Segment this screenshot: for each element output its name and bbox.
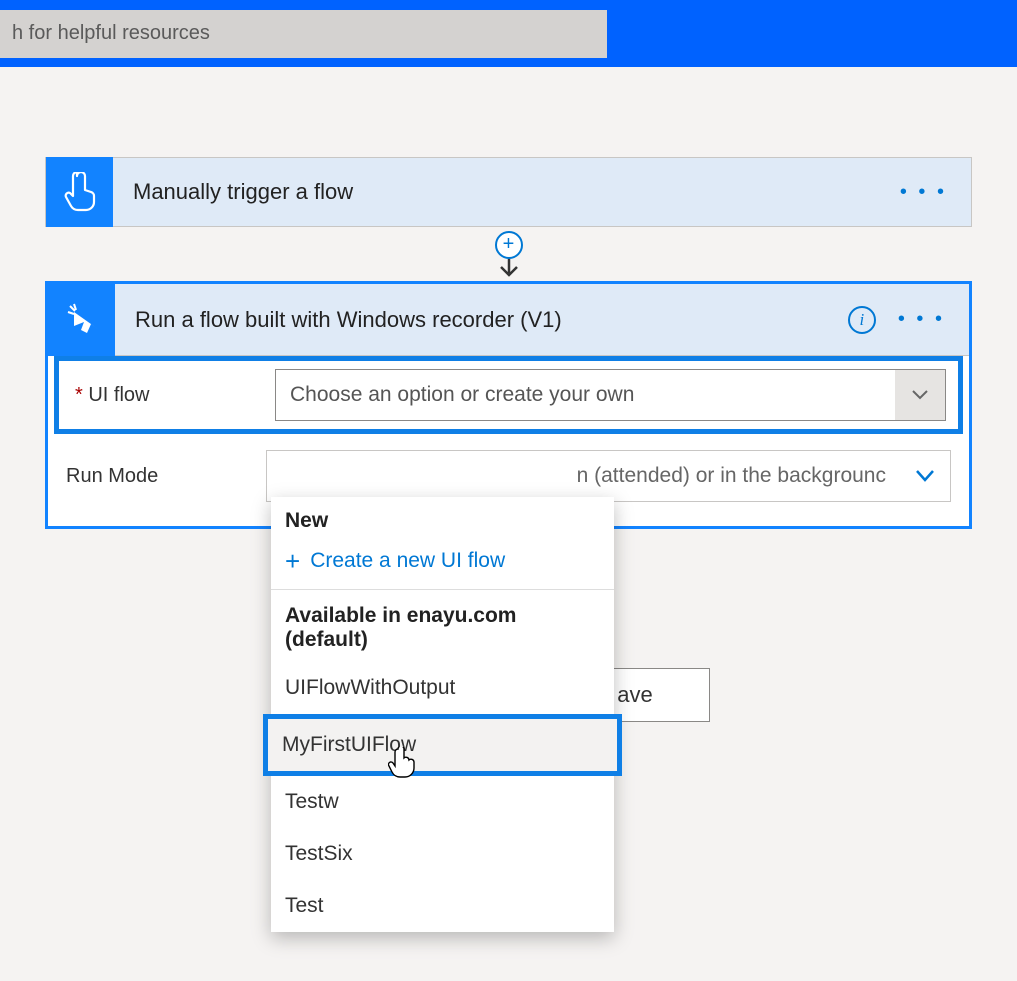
dropdown-item[interactable]: TestSix	[271, 828, 614, 880]
add-step-button[interactable]: +	[495, 231, 523, 259]
uiflow-combobox[interactable]: Choose an option or create your own	[275, 369, 946, 421]
plus-icon: +	[285, 551, 300, 571]
dropdown-section-header: Available in enayu.com (default)	[271, 589, 614, 662]
dropdown-item[interactable]: Testw	[271, 776, 614, 828]
uiflow-label: * UI flow	[75, 384, 275, 407]
action-header[interactable]: Run a flow built with Windows recorder (…	[48, 284, 969, 356]
trigger-title: Manually trigger a flow	[113, 179, 900, 205]
recorder-icon	[48, 284, 115, 356]
trigger-card[interactable]: Manually trigger a flow • • •	[45, 157, 972, 227]
create-new-uiflow[interactable]: + Create a new UI flow	[271, 539, 614, 589]
dropdown-item-selected[interactable]: MyFirstUIFlow	[268, 719, 617, 771]
uiflow-field-row: * UI flow Choose an option or create you…	[67, 369, 954, 421]
dropdown-item[interactable]: UIFlowWithOutput	[271, 662, 614, 714]
search-input[interactable]	[0, 10, 607, 58]
chevron-down-icon[interactable]	[895, 370, 945, 420]
runmode-placeholder: n (attended) or in the backgrounc	[267, 464, 900, 488]
connector: +	[45, 227, 972, 281]
trigger-menu-button[interactable]: • • •	[900, 181, 971, 204]
uiflow-placeholder: Choose an option or create your own	[276, 383, 895, 407]
runmode-combobox[interactable]: n (attended) or in the backgrounc	[266, 450, 951, 502]
dropdown-new-header: New	[271, 497, 614, 539]
runmode-label: Run Mode	[66, 465, 266, 488]
touch-icon	[46, 157, 113, 227]
info-icon[interactable]: i	[848, 306, 876, 334]
action-card: Run a flow built with Windows recorder (…	[45, 281, 972, 529]
flow-canvas: Manually trigger a flow • • • + Run a fl…	[0, 67, 1017, 529]
uiflow-dropdown: New + Create a new UI flow Available in …	[271, 497, 614, 932]
top-bar	[0, 0, 1017, 67]
action-menu-button[interactable]: • • •	[898, 308, 969, 331]
create-label: Create a new UI flow	[310, 549, 505, 573]
uiflow-field-highlight: * UI flow Choose an option or create you…	[54, 356, 963, 434]
action-title: Run a flow built with Windows recorder (…	[115, 307, 848, 333]
runmode-field-row: Run Mode n (attended) or in the backgrou…	[48, 434, 969, 502]
arrow-down-icon	[497, 257, 521, 281]
dropdown-item[interactable]: Test	[271, 880, 614, 932]
dropdown-item-highlight: MyFirstUIFlow	[263, 714, 622, 776]
chevron-down-icon[interactable]	[900, 451, 950, 501]
